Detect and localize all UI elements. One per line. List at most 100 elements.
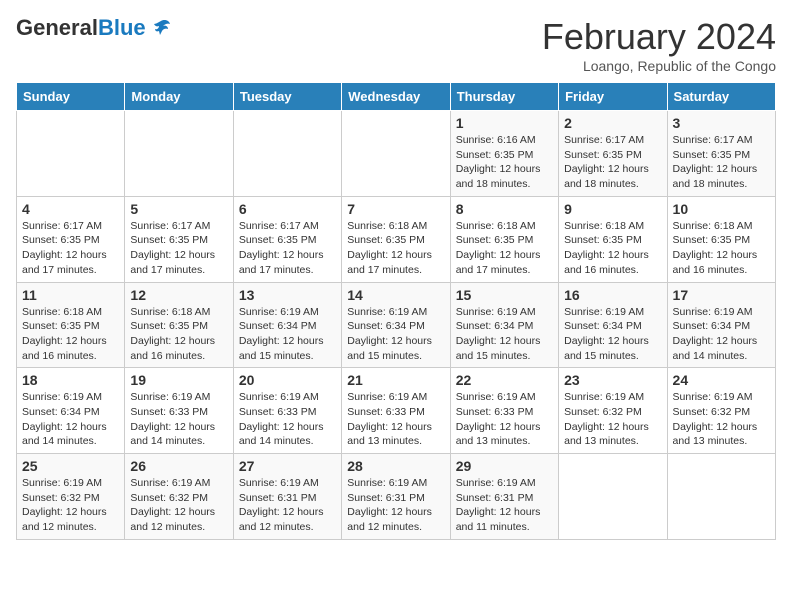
day-info: Sunrise: 6:18 AMSunset: 6:35 PMDaylight:… — [456, 219, 553, 278]
day-info: Sunrise: 6:17 AMSunset: 6:35 PMDaylight:… — [673, 133, 770, 192]
day-number: 10 — [673, 201, 770, 217]
day-info: Sunrise: 6:19 AMSunset: 6:32 PMDaylight:… — [673, 390, 770, 449]
calendar-cell: 6 Sunrise: 6:17 AMSunset: 6:35 PMDaylight… — [233, 196, 341, 282]
calendar-title: February 2024 — [542, 16, 776, 58]
calendar-header: SundayMondayTuesdayWednesdayThursdayFrid… — [17, 83, 776, 111]
day-info: Sunrise: 6:17 AMSunset: 6:35 PMDaylight:… — [239, 219, 336, 278]
day-number: 28 — [347, 458, 444, 474]
day-number: 5 — [130, 201, 227, 217]
day-number: 24 — [673, 372, 770, 388]
day-info: Sunrise: 6:18 AMSunset: 6:35 PMDaylight:… — [130, 305, 227, 364]
calendar-cell — [17, 111, 125, 197]
day-info: Sunrise: 6:19 AMSunset: 6:32 PMDaylight:… — [564, 390, 661, 449]
calendar-cell: 11Sunrise: 6:18 AMSunset: 6:35 PMDayligh… — [17, 282, 125, 368]
calendar-cell: 23 Sunrise: 6:19 AMSunset: 6:32 PMDayligh… — [559, 368, 667, 454]
day-number: 27 — [239, 458, 336, 474]
day-info: Sunrise: 6:19 AMSunset: 6:34 PMDaylight:… — [22, 390, 119, 449]
day-number: 20 — [239, 372, 336, 388]
calendar-cell: 5 Sunrise: 6:17 AMSunset: 6:35 PMDaylight… — [125, 196, 233, 282]
calendar-cell: 10 Sunrise: 6:18 AMSunset: 6:35 PMDayligh… — [667, 196, 775, 282]
day-number: 15 — [456, 287, 553, 303]
title-block: February 2024 Loango, Republic of the Co… — [542, 16, 776, 74]
day-info: Sunrise: 6:19 AMSunset: 6:34 PMDaylight:… — [347, 305, 444, 364]
day-info: Sunrise: 6:19 AMSunset: 6:34 PMDaylight:… — [564, 305, 661, 364]
calendar-cell: 19Sunrise: 6:19 AMSunset: 6:33 PMDayligh… — [125, 368, 233, 454]
day-number: 14 — [347, 287, 444, 303]
calendar-cell: 7 Sunrise: 6:18 AMSunset: 6:35 PMDaylight… — [342, 196, 450, 282]
calendar-cell: 28 Sunrise: 6:19 AMSunset: 6:31 PMDayligh… — [342, 454, 450, 540]
day-info: Sunrise: 6:18 AMSunset: 6:35 PMDaylight:… — [347, 219, 444, 278]
header-day-monday: Monday — [125, 83, 233, 111]
day-info: Sunrise: 6:17 AMSunset: 6:35 PMDaylight:… — [564, 133, 661, 192]
calendar-table: SundayMondayTuesdayWednesdayThursdayFrid… — [16, 82, 776, 540]
day-info: Sunrise: 6:19 AMSunset: 6:33 PMDaylight:… — [456, 390, 553, 449]
calendar-cell: 26 Sunrise: 6:19 AMSunset: 6:32 PMDayligh… — [125, 454, 233, 540]
calendar-cell: 16 Sunrise: 6:19 AMSunset: 6:34 PMDayligh… — [559, 282, 667, 368]
day-number: 13 — [239, 287, 336, 303]
calendar-cell: 29 Sunrise: 6:19 AMSunset: 6:31 PMDayligh… — [450, 454, 558, 540]
day-info: Sunrise: 6:17 AMSunset: 6:35 PMDaylight:… — [130, 219, 227, 278]
logo: GeneralBlue — [16, 16, 172, 40]
calendar-cell: 1Sunrise: 6:16 AMSunset: 6:35 PMDaylight… — [450, 111, 558, 197]
calendar-cell: 21Sunrise: 6:19 AMSunset: 6:33 PMDayligh… — [342, 368, 450, 454]
calendar-cell: 3 Sunrise: 6:17 AMSunset: 6:35 PMDaylight… — [667, 111, 775, 197]
calendar-cell: 17 Sunrise: 6:19 AMSunset: 6:34 PMDayligh… — [667, 282, 775, 368]
day-number: 12 — [130, 287, 227, 303]
day-number: 7 — [347, 201, 444, 217]
day-number: 6 — [239, 201, 336, 217]
day-number: 25 — [22, 458, 119, 474]
day-info: Sunrise: 6:19 AMSunset: 6:32 PMDaylight:… — [22, 476, 119, 535]
week-row-1: 1Sunrise: 6:16 AMSunset: 6:35 PMDaylight… — [17, 111, 776, 197]
day-number: 23 — [564, 372, 661, 388]
calendar-body: 1Sunrise: 6:16 AMSunset: 6:35 PMDaylight… — [17, 111, 776, 540]
day-number: 18 — [22, 372, 119, 388]
calendar-cell: 24 Sunrise: 6:19 AMSunset: 6:32 PMDayligh… — [667, 368, 775, 454]
calendar-cell: 2 Sunrise: 6:17 AMSunset: 6:35 PMDaylight… — [559, 111, 667, 197]
day-number: 26 — [130, 458, 227, 474]
day-number: 3 — [673, 115, 770, 131]
day-info: Sunrise: 6:19 AMSunset: 6:32 PMDaylight:… — [130, 476, 227, 535]
day-number: 1 — [456, 115, 553, 131]
header-day-saturday: Saturday — [667, 83, 775, 111]
header-day-tuesday: Tuesday — [233, 83, 341, 111]
calendar-cell: 27 Sunrise: 6:19 AMSunset: 6:31 PMDayligh… — [233, 454, 341, 540]
day-number: 8 — [456, 201, 553, 217]
day-info: Sunrise: 6:19 AMSunset: 6:34 PMDaylight:… — [673, 305, 770, 364]
calendar-cell: 22Sunrise: 6:19 AMSunset: 6:33 PMDayligh… — [450, 368, 558, 454]
day-info: Sunrise: 6:19 AMSunset: 6:34 PMDaylight:… — [239, 305, 336, 364]
calendar-cell: 12 Sunrise: 6:18 AMSunset: 6:35 PMDayligh… — [125, 282, 233, 368]
day-number: 17 — [673, 287, 770, 303]
calendar-cell: 4 Sunrise: 6:17 AMSunset: 6:35 PMDaylight… — [17, 196, 125, 282]
logo-text: GeneralBlue — [16, 16, 146, 40]
header-day-sunday: Sunday — [17, 83, 125, 111]
day-number: 16 — [564, 287, 661, 303]
day-info: Sunrise: 6:19 AMSunset: 6:31 PMDaylight:… — [239, 476, 336, 535]
header-day-wednesday: Wednesday — [342, 83, 450, 111]
calendar-cell: 18 Sunrise: 6:19 AMSunset: 6:34 PMDayligh… — [17, 368, 125, 454]
day-info: Sunrise: 6:19 AMSunset: 6:31 PMDaylight:… — [347, 476, 444, 535]
calendar-cell: 25 Sunrise: 6:19 AMSunset: 6:32 PMDayligh… — [17, 454, 125, 540]
calendar-subtitle: Loango, Republic of the Congo — [542, 58, 776, 74]
week-row-3: 11Sunrise: 6:18 AMSunset: 6:35 PMDayligh… — [17, 282, 776, 368]
day-info: Sunrise: 6:18 AMSunset: 6:35 PMDaylight:… — [673, 219, 770, 278]
day-number: 29 — [456, 458, 553, 474]
calendar-cell: 8 Sunrise: 6:18 AMSunset: 6:35 PMDaylight… — [450, 196, 558, 282]
calendar-cell: 20 Sunrise: 6:19 AMSunset: 6:33 PMDayligh… — [233, 368, 341, 454]
calendar-cell — [342, 111, 450, 197]
day-number: 21 — [347, 372, 444, 388]
header-day-friday: Friday — [559, 83, 667, 111]
calendar-cell — [667, 454, 775, 540]
day-info: Sunrise: 6:19 AMSunset: 6:33 PMDaylight:… — [130, 390, 227, 449]
day-info: Sunrise: 6:17 AMSunset: 6:35 PMDaylight:… — [22, 219, 119, 278]
day-number: 4 — [22, 201, 119, 217]
day-info: Sunrise: 6:19 AMSunset: 6:31 PMDaylight:… — [456, 476, 553, 535]
header-row: SundayMondayTuesdayWednesdayThursdayFrid… — [17, 83, 776, 111]
day-info: Sunrise: 6:19 AMSunset: 6:34 PMDaylight:… — [456, 305, 553, 364]
calendar-cell: 14 Sunrise: 6:19 AMSunset: 6:34 PMDayligh… — [342, 282, 450, 368]
day-info: Sunrise: 6:18 AMSunset: 6:35 PMDaylight:… — [564, 219, 661, 278]
week-row-4: 18 Sunrise: 6:19 AMSunset: 6:34 PMDayligh… — [17, 368, 776, 454]
day-info: Sunrise: 6:19 AMSunset: 6:33 PMDaylight:… — [239, 390, 336, 449]
day-number: 2 — [564, 115, 661, 131]
calendar-cell — [233, 111, 341, 197]
day-info: Sunrise: 6:18 AMSunset: 6:35 PMDaylight:… — [22, 305, 119, 364]
